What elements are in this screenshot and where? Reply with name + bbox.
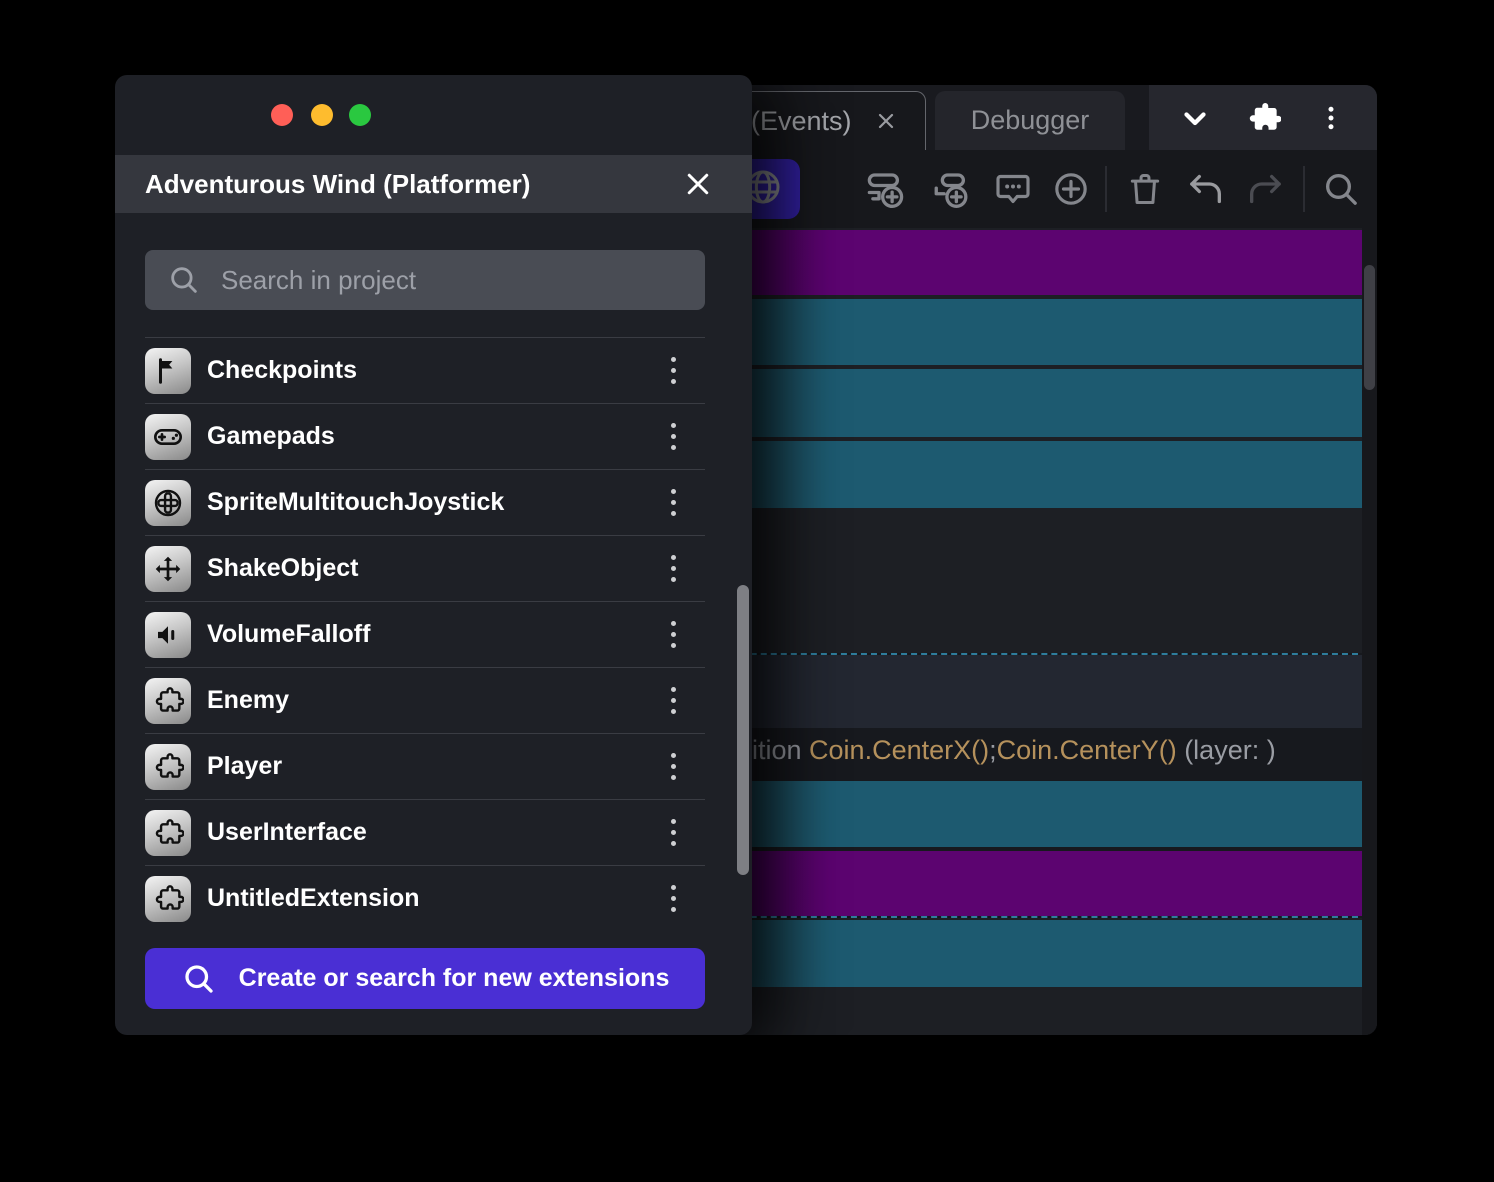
- redo-icon[interactable]: [1240, 164, 1290, 214]
- action-position-line: ition Coin.CenterX();Coin.CenterY() (lay…: [752, 735, 1276, 766]
- add-circle-icon[interactable]: [1046, 164, 1096, 214]
- extension-label: VolumeFalloff: [207, 620, 370, 649]
- chevron-down-icon[interactable]: [1173, 96, 1217, 140]
- extension-label: Gamepads: [207, 422, 335, 451]
- toolbar-separator: [1105, 166, 1107, 212]
- tab-close-icon[interactable]: [874, 109, 898, 133]
- extension-label: Checkpoints: [207, 356, 357, 385]
- puzzle-icon: [145, 810, 191, 856]
- extension-item-volumefalloff[interactable]: VolumeFalloff: [145, 601, 705, 667]
- move-arrows-icon: [145, 546, 191, 592]
- add-event-icon[interactable]: [861, 164, 911, 214]
- dialog-titlebar: Adventurous Wind (Platformer): [115, 155, 752, 213]
- item-menu-icon[interactable]: [655, 480, 691, 526]
- extension-item-untitledextension[interactable]: UntitledExtension: [145, 865, 705, 931]
- item-menu-icon[interactable]: [655, 348, 691, 394]
- item-menu-icon[interactable]: [655, 678, 691, 724]
- extension-item-enemy[interactable]: Enemy: [145, 667, 705, 733]
- extension-item-spritemultitouchjoystick[interactable]: SpriteMultitouchJoystick: [145, 469, 705, 535]
- search-icon: [181, 961, 217, 997]
- extension-label: SpriteMultitouchJoystick: [207, 488, 504, 517]
- extension-label: Player: [207, 752, 282, 781]
- tab-debugger[interactable]: Debugger: [935, 91, 1125, 150]
- extensions-dialog: Adventurous Wind (Platformer) Checkpoint…: [115, 75, 752, 1035]
- puzzle-icon: [145, 744, 191, 790]
- item-menu-icon[interactable]: [655, 744, 691, 790]
- extension-label: UserInterface: [207, 818, 367, 847]
- add-comment-icon[interactable]: [988, 164, 1038, 214]
- extension-label: UntitledExtension: [207, 884, 420, 913]
- extension-item-checkpoints[interactable]: Checkpoints: [145, 337, 705, 403]
- tab-debugger-label: Debugger: [971, 105, 1090, 136]
- flag-icon: [145, 348, 191, 394]
- close-x-icon[interactable]: [678, 164, 718, 204]
- dialog-title: Adventurous Wind (Platformer): [145, 169, 530, 200]
- dialog-scrollbar-thumb[interactable]: [737, 585, 749, 875]
- extensions-list: Checkpoints Gamepads SpriteMultitouchJoy…: [145, 337, 705, 931]
- window-minimize-button[interactable]: [311, 104, 333, 126]
- tab-events[interactable]: (Events): [740, 91, 926, 150]
- search-icon[interactable]: [1316, 164, 1366, 214]
- tab-events-label: (Events): [751, 106, 852, 137]
- search-input[interactable]: [221, 265, 691, 296]
- add-subevent-icon[interactable]: [927, 164, 977, 214]
- puzzle-icon: [145, 678, 191, 724]
- editor-scrollbar-thumb[interactable]: [1364, 265, 1375, 390]
- item-menu-icon[interactable]: [655, 876, 691, 922]
- editor-scrollbar-track[interactable]: [1362, 228, 1377, 1035]
- toolbar-separator: [1303, 166, 1305, 212]
- extension-label: Enemy: [207, 686, 289, 715]
- window-zoom-button[interactable]: [349, 104, 371, 126]
- gamepad-icon: [145, 414, 191, 460]
- titlebar-actions: [1149, 85, 1377, 150]
- extension-item-shakeobject[interactable]: ShakeObject: [145, 535, 705, 601]
- extension-item-gamepads[interactable]: Gamepads: [145, 403, 705, 469]
- extension-label: ShakeObject: [207, 554, 358, 583]
- trash-icon[interactable]: [1120, 164, 1170, 214]
- create-extension-label: Create or search for new extensions: [239, 964, 670, 993]
- item-menu-icon[interactable]: [655, 612, 691, 658]
- joystick-icon: [145, 480, 191, 526]
- more-vertical-icon[interactable]: [1309, 96, 1353, 140]
- speaker-icon: [145, 612, 191, 658]
- item-menu-icon[interactable]: [655, 546, 691, 592]
- puzzle-icon: [145, 876, 191, 922]
- window-close-button[interactable]: [271, 104, 293, 126]
- screenshot-stage: (Events) Debugger: [0, 0, 1494, 1182]
- item-menu-icon[interactable]: [655, 414, 691, 460]
- extensions-puzzle-icon[interactable]: [1241, 96, 1285, 140]
- undo-icon[interactable]: [1181, 164, 1231, 214]
- item-menu-icon[interactable]: [655, 810, 691, 856]
- extension-item-player[interactable]: Player: [145, 733, 705, 799]
- create-extension-button[interactable]: Create or search for new extensions: [145, 948, 705, 1009]
- project-search-box[interactable]: [145, 250, 705, 310]
- search-icon: [167, 263, 201, 297]
- extension-item-userinterface[interactable]: UserInterface: [145, 799, 705, 865]
